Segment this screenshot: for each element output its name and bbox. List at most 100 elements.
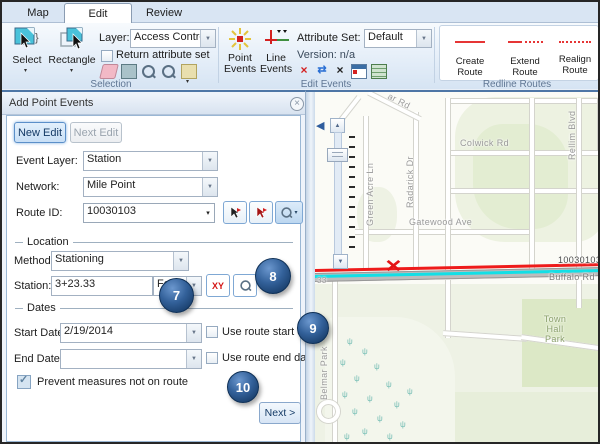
attribute-set-dropdown-arrow-icon[interactable]: ▼ [416, 30, 431, 47]
zoom-slider-handle[interactable] [327, 148, 348, 162]
select-tool-icon: } [14, 27, 40, 51]
zoom-out-button[interactable]: ▼ [333, 254, 348, 269]
station-label: Station: [14, 280, 51, 292]
wetland-icon: ψ [362, 427, 368, 436]
street-label-belmar: Belmar Park [319, 336, 329, 400]
version-label: Version: n/a [297, 49, 355, 61]
use-route-end-date-checkbox[interactable] [206, 352, 218, 364]
selection-options-icon[interactable] [181, 64, 197, 79]
start-date-field[interactable]: 2/19/2014 ▼ [60, 323, 202, 343]
zoom-in-button[interactable]: ▲ [330, 118, 345, 133]
create-route-icon [455, 41, 485, 43]
event-window-icon[interactable] [351, 64, 367, 79]
xy-button[interactable]: XY [206, 274, 230, 297]
clear-selection-icon[interactable] [99, 64, 119, 79]
clear-route-selection-button[interactable] [249, 201, 273, 224]
line-events-button[interactable]: Line Events [260, 25, 292, 83]
wetland-icon: ψ [344, 432, 350, 441]
down-arrow-icon: ▼ [338, 259, 344, 265]
network-dropdown-arrow-icon[interactable]: ▼ [202, 178, 217, 196]
close-icon[interactable]: × [290, 97, 304, 111]
extend-route-label: Extend Route [498, 56, 552, 78]
wetland-icon: ψ [362, 347, 368, 356]
method-label: Method: [14, 255, 54, 267]
realign-route-icon [559, 41, 591, 43]
route-id-label: Route ID: [16, 207, 62, 219]
station-input[interactable]: 3+23.33 [51, 276, 153, 296]
route-id-dropdown-arrow-icon[interactable]: ▾ [202, 204, 214, 222]
use-route-start-date-checkbox[interactable] [206, 326, 218, 338]
road [529, 98, 535, 270]
realign-route-label: Realign Route [554, 54, 596, 76]
select-label: Select [8, 55, 46, 66]
map-view[interactable]: × ar Rd Colwick Rd Rellim Blvd Radarick … [315, 90, 600, 444]
new-edit-button[interactable]: New Edit [14, 122, 66, 143]
wetland-icon: ψ [342, 390, 348, 399]
return-attribute-set-checkbox[interactable] [101, 50, 113, 62]
extend-route-icon [508, 41, 522, 43]
layer-dropdown-arrow-icon[interactable]: ▼ [200, 30, 215, 47]
zoom-to-selection-icon[interactable] [141, 64, 155, 77]
wetland-icon: ψ [367, 394, 373, 403]
select-route-on-map-button[interactable] [223, 201, 247, 224]
prevent-measures-label: Prevent measures not on route [37, 376, 188, 388]
tab-edit[interactable]: Edit [64, 3, 132, 23]
route-zoom-dropdown-button[interactable]: ▾ [275, 201, 303, 224]
point-events-button[interactable]: Point Events [224, 25, 256, 83]
delete-event-icon[interactable]: × [297, 64, 311, 77]
street-label-green-acre: Green Acre Ln [365, 162, 375, 226]
select-button[interactable]: } Select ▾ [8, 25, 46, 83]
wetland-icon: ψ [386, 380, 392, 389]
event-layer-label: Event Layer: [16, 155, 78, 167]
svg-text:}: } [35, 32, 39, 44]
create-route-button[interactable]: Create Route [444, 26, 496, 80]
dates-group-label: Dates [23, 302, 60, 314]
create-route-label: Create Route [444, 56, 496, 78]
network-dropdown[interactable]: Mile Point ▼ [83, 177, 218, 197]
move-event-icon[interactable]: × [333, 64, 347, 77]
street-label-colwick: Colwick Rd [460, 138, 509, 148]
end-date-field[interactable]: ▼ [60, 349, 202, 369]
return-attribute-set-label: Return attribute set [116, 49, 210, 61]
route-id-combo[interactable]: 10030103 ▾ [83, 203, 215, 223]
station-zoom-button[interactable] [233, 274, 257, 297]
event-table-icon[interactable] [371, 64, 387, 79]
pan-to-selection-icon[interactable] [161, 64, 175, 77]
select-all-icon[interactable] [121, 64, 137, 79]
extend-route-button[interactable]: Extend Route [498, 26, 552, 80]
realign-route-button[interactable]: Realign Route [554, 26, 596, 80]
merge-events-icon[interactable]: ⇄ [315, 64, 329, 77]
wetland-icon: ψ [374, 362, 380, 371]
tab-map[interactable]: Map [12, 4, 64, 21]
event-layer-dropdown-arrow-icon[interactable]: ▼ [202, 152, 217, 170]
panel-title: Add Point Events [9, 97, 93, 109]
collapse-panel-icon[interactable]: ◀ [316, 119, 324, 132]
route-measure-label: 33 [317, 276, 327, 285]
street-label-buffalo: Buffalo Rd [549, 272, 595, 282]
select-caret-icon: ▾ [24, 67, 27, 74]
layer-label: Layer: [99, 32, 130, 44]
next-button[interactable]: Next > [259, 402, 301, 424]
cul-de-sac [317, 400, 340, 423]
attribute-set-dropdown[interactable]: Default ▼ [364, 29, 432, 48]
end-date-dropdown-arrow-icon[interactable]: ▼ [186, 350, 201, 368]
prevent-measures-checkbox[interactable]: ✓ [17, 375, 31, 389]
callout-8: 8 [255, 258, 291, 294]
road [445, 98, 451, 270]
layer-dropdown[interactable]: Access Control ▼ [130, 29, 216, 48]
edit-events-group-label: Edit Events [218, 79, 434, 90]
rectangle-select-button[interactable]: Rectangle ▾ [48, 25, 96, 83]
check-icon: ✓ [19, 373, 28, 386]
method-dropdown-arrow-icon[interactable]: ▼ [173, 252, 188, 270]
road-gatewood [355, 229, 530, 235]
callout-7: 7 [159, 278, 194, 313]
next-edit-button[interactable]: Next Edit [70, 122, 122, 143]
magnifier-caret-icon: ▾ [294, 209, 297, 216]
tab-review[interactable]: Review [134, 4, 194, 21]
start-date-label: Start Date: [14, 327, 67, 339]
method-dropdown[interactable]: Stationing ▼ [51, 251, 189, 271]
wetland-icon: ψ [394, 400, 400, 409]
callout-10: 10 [227, 371, 259, 403]
event-layer-dropdown[interactable]: Station ▼ [83, 151, 218, 171]
start-date-dropdown-arrow-icon[interactable]: ▼ [186, 324, 201, 342]
